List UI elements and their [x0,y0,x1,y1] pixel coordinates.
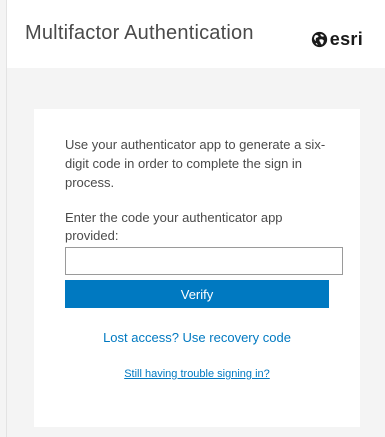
verify-button[interactable]: Verify [65,280,329,308]
window-edge [0,0,7,437]
brand-name: esri [329,28,363,49]
code-field-label: Enter the code your authenticator app pr… [65,210,283,243]
header: Multifactor Authentication esri [7,0,385,68]
instructions-text: Use your authenticator app to generate a… [65,137,326,190]
trouble-signing-in-link[interactable]: Still having trouble signing in? [34,368,360,380]
page-title: Multifactor Authentication [25,22,254,44]
recovery-code-link[interactable]: Lost access? Use recovery code [34,330,360,345]
code-input[interactable] [65,247,343,275]
page: Multifactor Authentication esri Use your… [0,0,385,437]
mfa-card: Use your authenticator app to generate a… [34,109,360,427]
esri-logo: esri [311,29,363,49]
globe-icon [311,31,327,47]
